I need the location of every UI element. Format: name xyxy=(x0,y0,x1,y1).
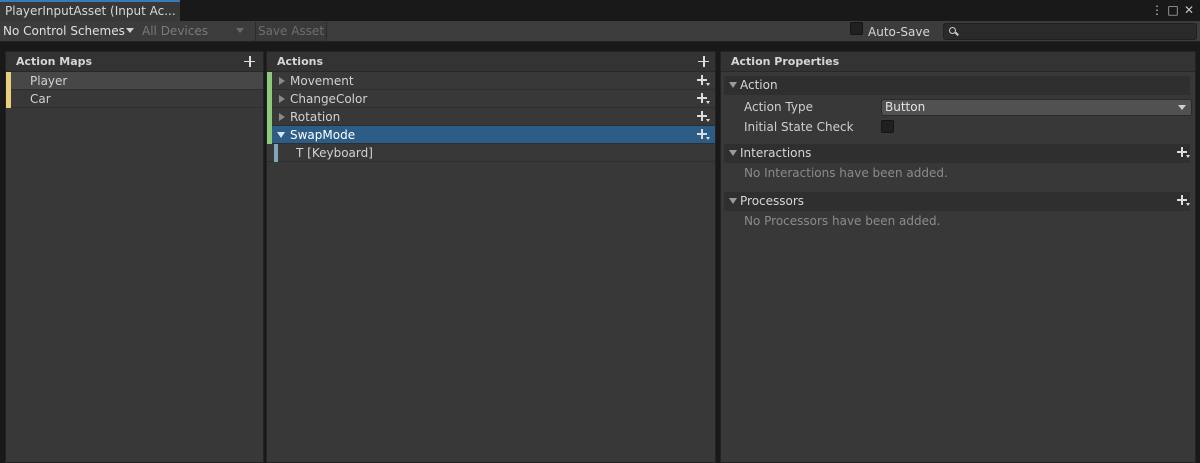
action-color-stripe xyxy=(267,126,272,144)
action-section-label: Action xyxy=(740,78,778,92)
action-item-movement[interactable]: Movement xyxy=(267,72,715,90)
auto-save-label: Auto-Save xyxy=(868,25,930,39)
close-icon[interactable]: ✕ xyxy=(1182,3,1196,17)
action-label: Movement xyxy=(290,74,354,88)
action-type-label: Action Type xyxy=(744,100,813,114)
action-maps-header: Action Maps xyxy=(6,52,263,72)
actions-panel: Actions Movement ChangeColor Rotation Sw… xyxy=(266,51,716,463)
processors-empty-message: No Processors have been added. xyxy=(744,214,941,228)
action-properties-panel: Action Properties Action Action Type But… xyxy=(720,51,1196,463)
interactions-section-header[interactable]: Interactions xyxy=(724,144,1190,163)
chevron-down-icon xyxy=(236,28,244,33)
tab-bar: PlayerInputAsset (Input Ac... ⋮ □ ✕ xyxy=(0,0,1200,21)
devices-label: All Devices xyxy=(142,24,208,38)
initial-state-checkbox[interactable] xyxy=(881,120,894,133)
more-options-icon[interactable]: ⋮ xyxy=(1150,3,1164,17)
binding-item-t-keyboard[interactable]: T [Keyboard] xyxy=(267,144,715,162)
devices-dropdown[interactable]: All Devices xyxy=(139,22,253,41)
add-binding-icon[interactable] xyxy=(697,129,711,141)
action-color-stripe xyxy=(267,90,272,108)
action-map-label: Car xyxy=(30,92,51,106)
action-type-row: Action Type Button xyxy=(724,97,1192,117)
action-maps-title: Action Maps xyxy=(16,55,93,68)
add-interaction-icon[interactable] xyxy=(1177,147,1191,159)
action-color-stripe xyxy=(267,72,272,90)
interactions-empty-message: No Interactions have been added. xyxy=(744,166,948,180)
action-type-dropdown[interactable]: Button xyxy=(881,99,1192,116)
processors-section-header[interactable]: Processors xyxy=(724,192,1190,211)
save-asset-button[interactable]: Save Asset xyxy=(255,22,327,41)
chevron-down-icon xyxy=(126,28,134,33)
tab-player-input-asset[interactable]: PlayerInputAsset (Input Ac... xyxy=(0,0,180,21)
interactions-section-label: Interactions xyxy=(740,146,812,160)
add-binding-icon[interactable] xyxy=(697,75,711,87)
action-section-header[interactable]: Action xyxy=(724,76,1190,95)
action-label: ChangeColor xyxy=(290,92,368,106)
collapse-arrow-icon[interactable] xyxy=(277,132,285,138)
add-action-icon[interactable] xyxy=(698,56,709,67)
action-label: SwapMode xyxy=(290,128,356,142)
control-schemes-dropdown[interactable]: No Control Schemes xyxy=(3,22,137,41)
toolbar: No Control Schemes All Devices Save Asse… xyxy=(0,21,1200,42)
action-map-item-player[interactable]: Player xyxy=(6,72,263,90)
action-properties-header: Action Properties xyxy=(721,52,1195,72)
chevron-down-icon xyxy=(1178,105,1186,110)
add-binding-icon[interactable] xyxy=(697,111,711,123)
search-icon xyxy=(949,27,956,34)
action-item-changecolor[interactable]: ChangeColor xyxy=(267,90,715,108)
action-map-item-car[interactable]: Car xyxy=(6,90,263,108)
action-color-stripe xyxy=(267,108,272,126)
binding-color-stripe xyxy=(274,144,278,162)
expand-arrow-icon[interactable] xyxy=(279,77,285,85)
collapse-arrow-icon xyxy=(729,82,737,88)
action-type-value: Button xyxy=(885,100,926,114)
action-maps-panel: Action Maps Player Car xyxy=(5,51,264,463)
initial-state-check-row: Initial State Check xyxy=(724,117,1190,137)
search-input[interactable] xyxy=(943,23,1197,40)
collapse-arrow-icon xyxy=(729,150,737,156)
actions-title: Actions xyxy=(277,55,323,68)
properties-content: Action Action Type Button Initial State … xyxy=(721,72,1195,233)
auto-save-checkbox[interactable] xyxy=(850,22,863,35)
processors-section-label: Processors xyxy=(740,194,805,208)
add-binding-icon[interactable] xyxy=(697,93,711,105)
action-item-rotation[interactable]: Rotation xyxy=(267,108,715,126)
control-schemes-label: No Control Schemes xyxy=(3,24,125,38)
add-action-map-icon[interactable] xyxy=(244,56,255,67)
action-label: Rotation xyxy=(290,110,341,124)
action-item-swapmode[interactable]: SwapMode xyxy=(267,126,715,144)
add-processor-icon[interactable] xyxy=(1177,195,1191,207)
initial-state-check-label: Initial State Check xyxy=(744,120,854,134)
expand-arrow-icon[interactable] xyxy=(279,113,285,121)
actions-header: Actions xyxy=(267,52,715,72)
maximize-icon[interactable]: □ xyxy=(1166,3,1180,17)
action-map-label: Player xyxy=(30,74,68,88)
action-map-color-stripe xyxy=(6,90,11,108)
collapse-arrow-icon xyxy=(729,198,737,204)
action-properties-title: Action Properties xyxy=(731,55,840,68)
action-map-color-stripe xyxy=(6,72,11,90)
expand-arrow-icon[interactable] xyxy=(279,95,285,103)
binding-label: T [Keyboard] xyxy=(296,146,373,160)
